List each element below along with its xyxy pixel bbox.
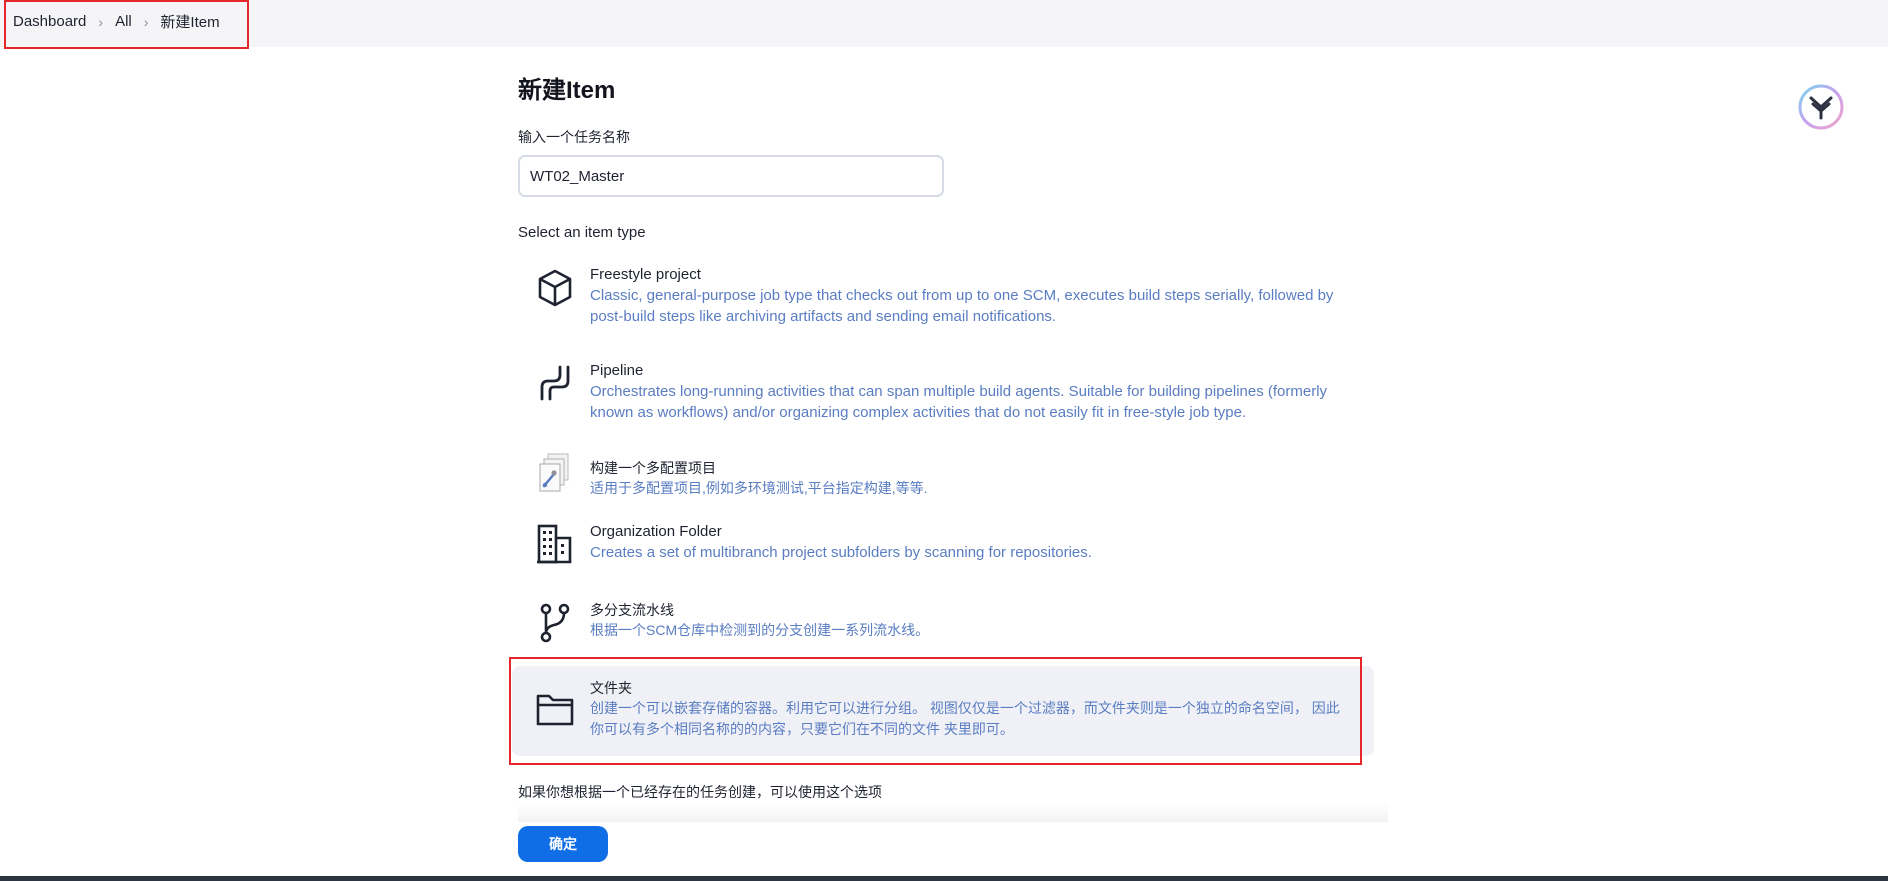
copy-from-existing-label: 如果你想根据一个已经存在的任务创建，可以使用这个选项 [518, 784, 882, 800]
multi-config-icon [539, 453, 569, 492]
item-type-name: Organization Folder [590, 523, 722, 540]
breadcrumb-all[interactable]: All [115, 13, 132, 30]
description-line: known as workflows) and/or organizing co… [590, 404, 1247, 421]
description-line: 根据一个SCM仓库中检测到的分支创建一系列流水线。 [590, 622, 930, 638]
item-type-multibranch[interactable]: 多分支流水线 根据一个SCM仓库中检测到的分支创建一系列流水线。 [518, 595, 1368, 659]
chevron-right-icon: › [98, 13, 104, 30]
item-type-pipeline[interactable]: Pipeline Orchestrates long-running activ… [518, 351, 1368, 431]
breadcrumb-dashboard[interactable]: Dashboard [13, 13, 86, 30]
ok-button[interactable]: 确定 [518, 826, 608, 862]
item-type-description: 根据一个SCM仓库中检测到的分支创建一系列流水线。 [590, 620, 1350, 641]
item-type-description: Creates a set of multibranch project sub… [590, 542, 1350, 563]
description-line: Creates a set of multibranch project sub… [590, 544, 1092, 561]
item-name-input[interactable] [518, 155, 944, 197]
breadcrumb: Dashboard › All › 新建Item [13, 11, 220, 32]
top-bar: Dashboard › All › 新建Item [0, 0, 1888, 47]
item-type-description: 创建一个可以嵌套存储的容器。利用它可以进行分组。 视图仅仅是一个过滤器，而文件夹… [590, 698, 1380, 740]
item-type-label: Select an item type [518, 224, 646, 241]
description-line: 创建一个可以嵌套存储的容器。利用它可以进行分组。 视图仅仅是一个过滤器，而文件夹… [590, 700, 1340, 716]
branch-icon [540, 603, 570, 643]
cube-icon [538, 269, 572, 307]
bottom-edge [0, 876, 1888, 881]
description-line: 适用于多配置项目,例如多环境测试,平台指定构建,等等. [590, 480, 928, 496]
page-title: 新建Item [518, 77, 616, 104]
description-line: post-build steps like archiving artifact… [590, 308, 1057, 325]
item-type-name: 构建一个多配置项目 [590, 460, 716, 476]
item-type-name: Pipeline [590, 362, 644, 379]
item-name-label: 输入一个任务名称 [518, 129, 630, 145]
item-type-multi-config[interactable]: 构建一个多配置项目 适用于多配置项目,例如多环境测试,平台指定构建,等等. [518, 447, 1368, 507]
description-line: Orchestrates long-running activities tha… [590, 383, 1328, 400]
building-icon [537, 524, 572, 564]
item-type-freestyle[interactable]: Freestyle project Classic, general-purpo… [518, 255, 1368, 335]
item-type-folder[interactable]: 文件夹 创建一个可以嵌套存储的容器。利用它可以进行分组。 视图仅仅是一个过滤器，… [512, 666, 1374, 756]
item-type-name: 文件夹 [590, 680, 632, 696]
description-line: 你可以有多个相同名称的的内容，只要它们在不同的文件 夹里即可。 [590, 721, 1014, 737]
item-type-description: 适用于多配置项目,例如多环境测试,平台指定构建,等等. [590, 478, 1350, 499]
pipeline-icon [540, 365, 570, 401]
chevron-right-icon: › [143, 13, 149, 30]
item-type-name: Freestyle project [590, 266, 701, 283]
item-type-description: Classic, general-purpose job type that c… [590, 285, 1350, 327]
divider-shadow [518, 802, 1388, 822]
item-type-description: Orchestrates long-running activities tha… [590, 381, 1350, 423]
folder-icon [536, 694, 574, 726]
user-avatar-icon[interactable] [1798, 84, 1844, 130]
item-type-name: 多分支流水线 [590, 602, 674, 618]
breadcrumb-current[interactable]: 新建Item [160, 11, 219, 32]
item-type-organization-folder[interactable]: Organization Folder Creates a set of mul… [518, 518, 1368, 582]
description-line: Classic, general-purpose job type that c… [590, 287, 1334, 304]
